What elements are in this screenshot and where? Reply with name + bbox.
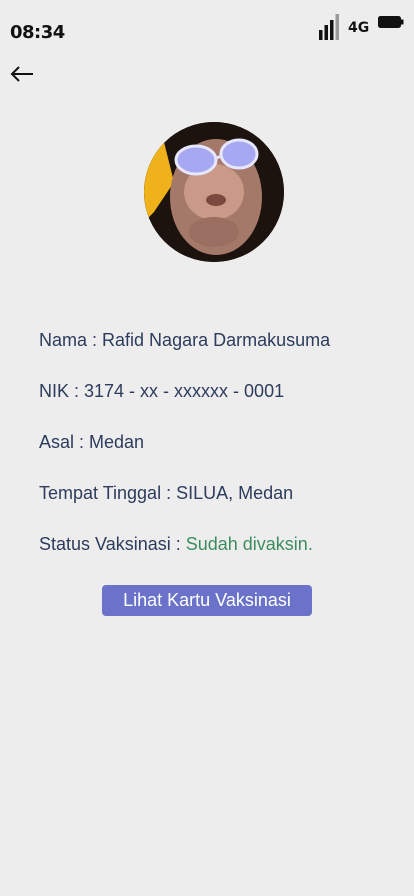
view-vaccine-card-button[interactable]: Lihat Kartu Vaksinasi [102, 585, 312, 616]
vaccine-status-row: Status Vaksinasi : Sudah divaksin. [39, 534, 313, 555]
residence-row: Tempat Tinggal : SILUA, Medan [39, 483, 293, 504]
nik-label: NIK : [39, 381, 85, 401]
vaccine-status-label: Status Vaksinasi : [39, 534, 186, 554]
name-value: Rafid Nagara Darmakusuma [102, 330, 331, 350]
origin-label: Asal : [39, 432, 90, 452]
name-row: Nama : Rafid Nagara Darmakusuma [39, 330, 330, 351]
origin-value: Medan [89, 432, 145, 452]
signal-bars-icon [319, 14, 339, 40]
nik-row: NIK : 3174 - xx - xxxxxx - 0001 [39, 381, 284, 402]
status-bar: 08:34 4G [0, 0, 414, 52]
vaccine-status-value: Sudah divaksin. [185, 534, 313, 554]
network-type: 4G [348, 20, 370, 36]
residence-label: Tempat Tinggal : [39, 483, 177, 503]
nik-value: 3174 - xx - xxxxxx - 0001 [84, 381, 285, 401]
origin-row: Asal : Medan [39, 432, 144, 453]
residence-value: SILUA, Medan [176, 483, 294, 503]
status-time: 08:34 [10, 22, 65, 43]
battery-icon [378, 16, 404, 28]
back-arrow-icon[interactable] [8, 60, 36, 88]
avatar-photo [144, 122, 284, 262]
profile-avatar [144, 122, 284, 262]
name-label: Nama : [39, 330, 103, 350]
